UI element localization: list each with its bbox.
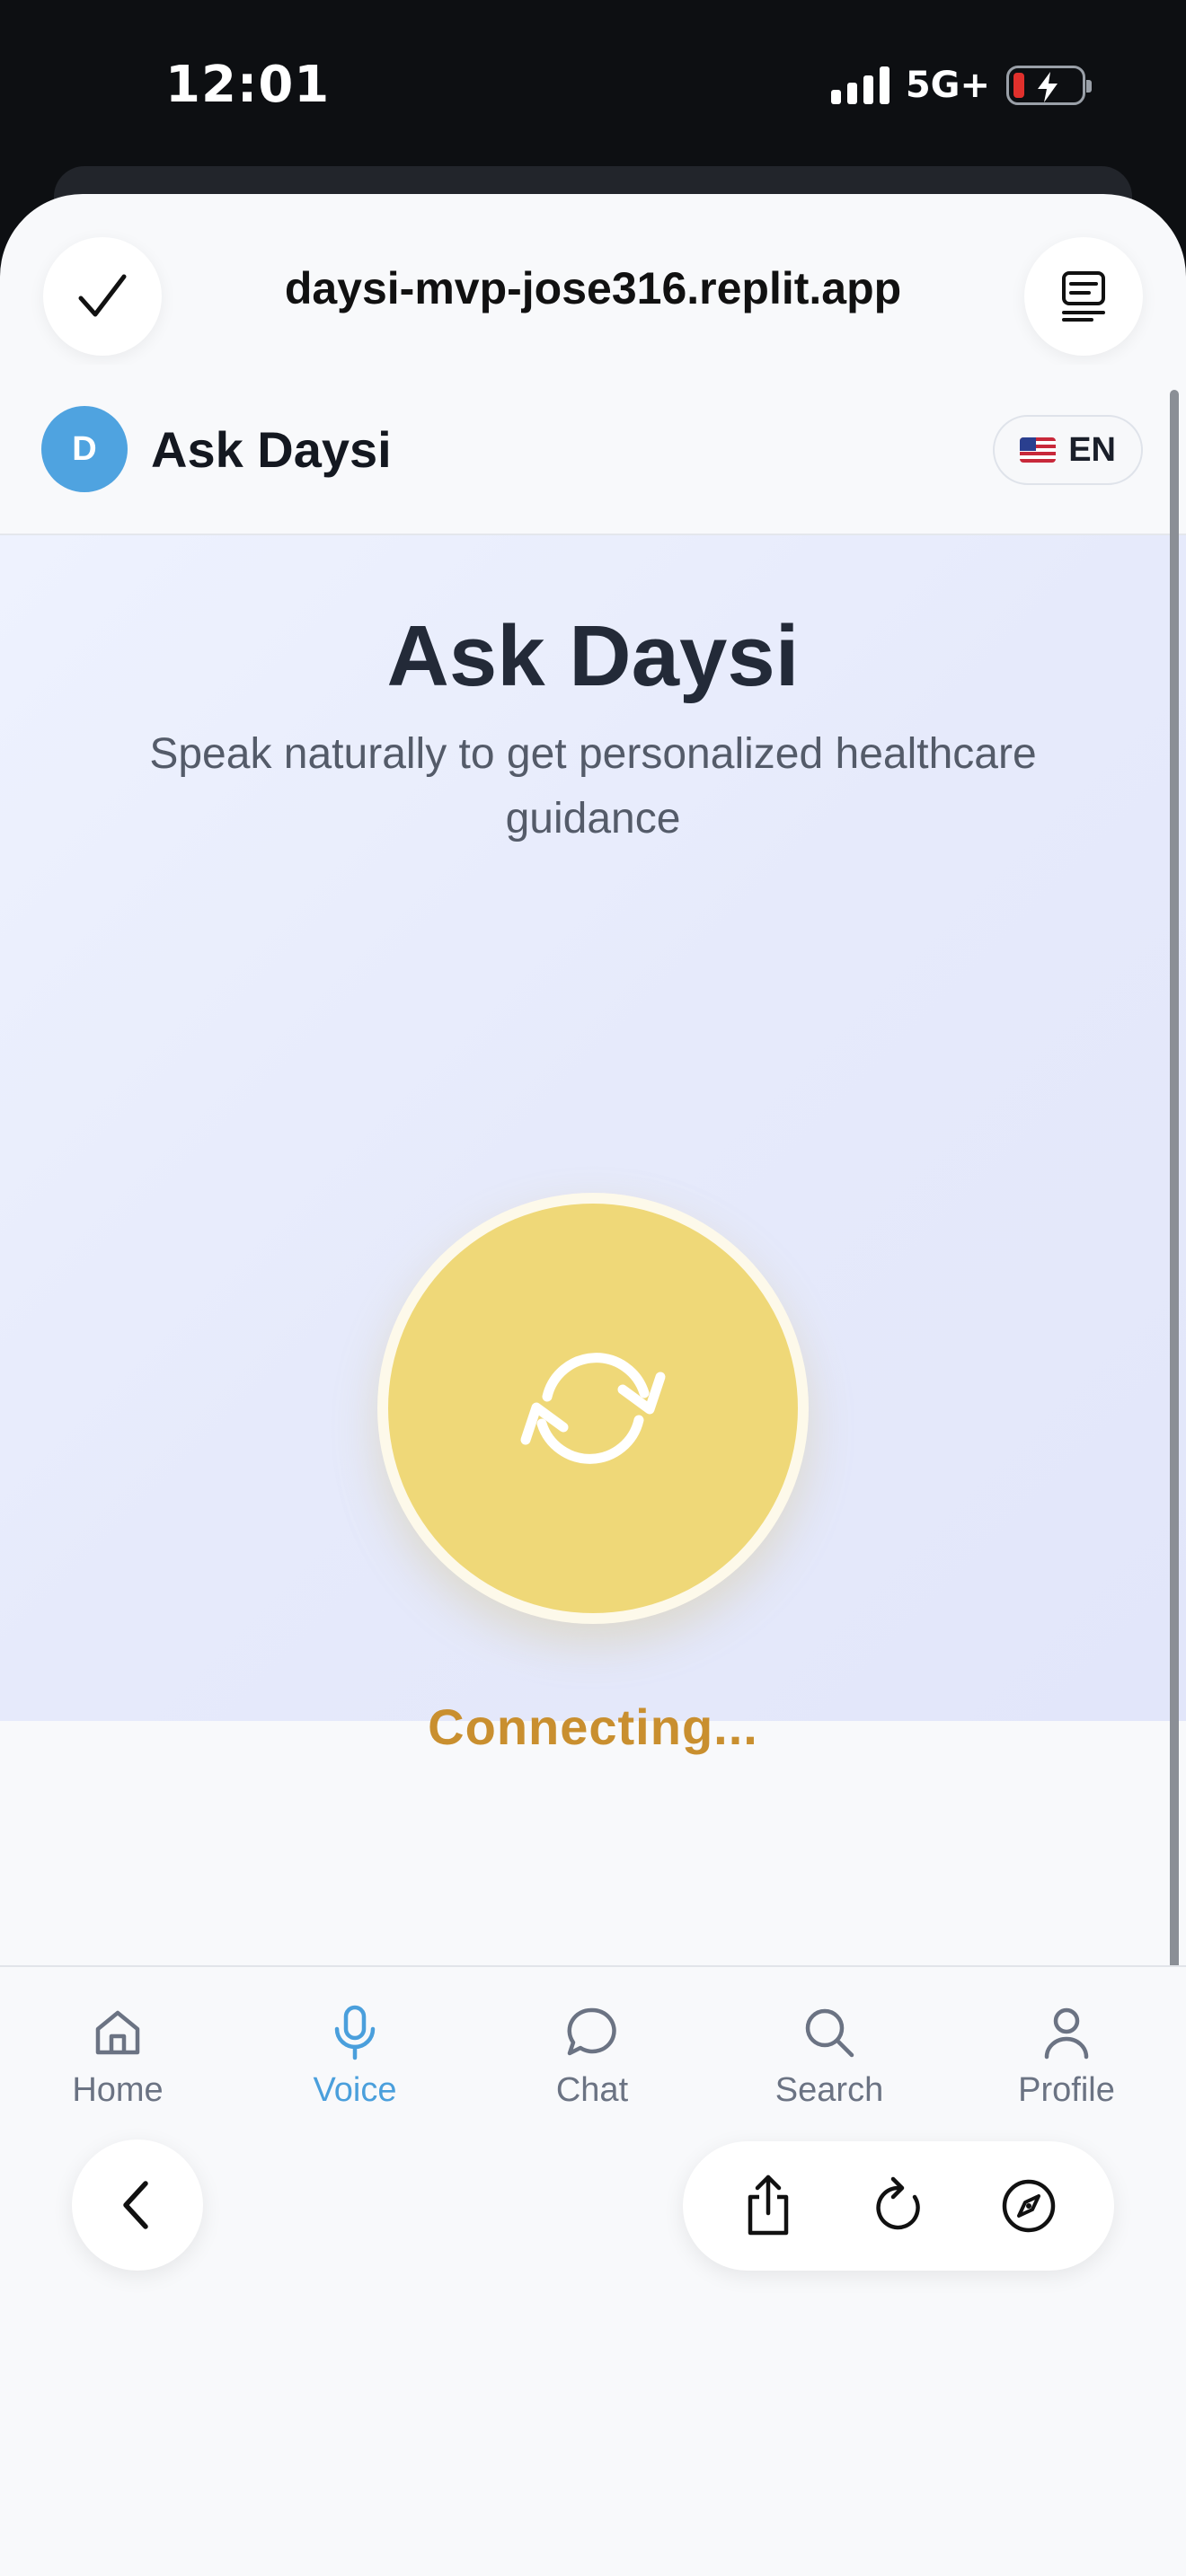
status-indicators: 5G+ xyxy=(830,65,1092,106)
nav-item-search[interactable]: Search xyxy=(739,2001,919,2110)
tabs-button[interactable] xyxy=(1024,237,1143,356)
nav-item-chat[interactable]: Chat xyxy=(502,2001,682,2110)
app-header: D Ask Daysi EN xyxy=(0,365,1186,535)
microphone-icon xyxy=(334,2005,376,2060)
refresh-sync-icon xyxy=(520,1353,666,1464)
status-time: 12:01 xyxy=(165,56,331,114)
reload-icon xyxy=(876,2176,920,2230)
browser-back-button[interactable] xyxy=(72,2139,203,2271)
tabs-overview-icon xyxy=(1062,271,1105,322)
connection-status: Connecting... xyxy=(428,1698,758,1755)
nav-item-home[interactable]: Home xyxy=(28,2001,208,2110)
chevron-left-icon xyxy=(123,2181,148,2229)
language-code: EN xyxy=(1068,430,1116,469)
home-icon xyxy=(95,2010,140,2055)
compass-button[interactable] xyxy=(979,2157,1078,2255)
nav-label-search: Search xyxy=(774,2071,884,2109)
share-button[interactable] xyxy=(719,2157,818,2255)
search-icon xyxy=(805,2008,854,2058)
user-icon xyxy=(1044,2007,1089,2060)
reload-button[interactable] xyxy=(849,2157,948,2255)
network-type: 5G+ xyxy=(905,65,990,106)
url-text[interactable]: daysi-mvp-jose316.replit.app xyxy=(0,262,1186,314)
voice-button[interactable] xyxy=(388,1204,798,1613)
nav-item-voice[interactable]: Voice xyxy=(265,2001,445,2110)
nav-label-voice: Voice xyxy=(313,2071,397,2109)
compass-icon xyxy=(1003,2179,1056,2233)
page-title: Ask Daysi xyxy=(386,608,800,704)
voice-hero: Ask Daysi Speak naturally to get persona… xyxy=(0,535,1186,1755)
battery-icon xyxy=(1006,66,1092,105)
app-logo-avatar: D xyxy=(41,406,128,492)
scrollbar[interactable] xyxy=(1170,390,1179,2105)
nav-label-home: Home xyxy=(72,2071,164,2109)
language-selector[interactable]: EN xyxy=(993,415,1143,485)
bottom-nav: Home Voice Chat Search Profile xyxy=(0,1965,1186,2145)
signal-icon xyxy=(830,66,890,104)
page-subtitle: Speak naturally to get personalized heal… xyxy=(149,730,1037,842)
share-icon xyxy=(748,2175,788,2236)
us-flag-icon xyxy=(1020,437,1057,463)
nav-item-profile[interactable]: Profile xyxy=(977,2001,1156,2110)
nav-label-profile: Profile xyxy=(1018,2071,1115,2109)
ios-status-bar: 12:01 5G+ xyxy=(0,0,1186,180)
chat-bubble-icon xyxy=(567,2007,616,2056)
browser-toolbar xyxy=(683,2141,1114,2271)
nav-label-chat: Chat xyxy=(555,2071,629,2109)
app-title: Ask Daysi xyxy=(151,421,392,478)
url-bar: daysi-mvp-jose316.replit.app xyxy=(0,194,1186,365)
